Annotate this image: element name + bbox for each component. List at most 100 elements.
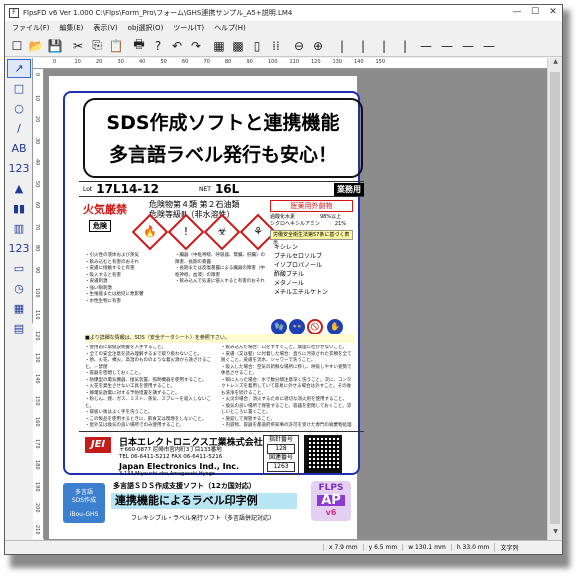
menu-file[interactable]: ファイル(F) [7,23,55,33]
help-icon[interactable]: ? [149,37,167,55]
scroll-thumb[interactable] [550,72,560,524]
designation-label: 指針番号 [268,436,293,443]
menu-bar: ファイル(F) 編集(E) 表示(V) obj選択(O) ツール(T) ヘルプ(… [5,21,562,34]
vertical-ruler: 0 10 20 30 40 50 60 70 80 90 100 110 120 130 140 150 160… [33,69,44,539]
precautions-right: ・飲み込んだ場合：口をすすぐこと。無理に吐かせないこと。 ・皮膚（又は髪）に付着… [221,345,352,428]
menu-view[interactable]: 表示(V) [88,23,122,33]
align-left-icon[interactable]: | [332,37,352,55]
status-object-type: 文字列 [494,543,523,552]
ruler-tick-label: 60 [34,202,40,209]
ibou-logo-line-3: iBou-GHS [69,511,99,518]
align-bottom-icon[interactable]: — [458,37,478,55]
ibou-logo-line-2: SDS作成 [71,497,97,504]
menu-tools[interactable]: ツール(T) [168,23,209,33]
number-tool-icon[interactable]: 123 [7,159,31,178]
close-button[interactable]: ✕ [544,5,562,21]
hand-protection-icon: ✋ [327,319,343,335]
align-top-icon[interactable]: — [416,37,436,55]
ruler-tick-label: 0 [53,59,57,65]
company-address: 〒660-0877 尼崎市宮内町3丁目133番地 TEL 06-6411-521… [119,447,222,461]
stack-barcode-tool-icon[interactable]: ▥ [7,219,31,238]
grid-icon[interactable]: ▦ [210,37,228,55]
ruler-tick-label: 120 [311,59,321,65]
company-block[interactable]: JEI 日本エレクトロニクス工業株式会社 〒660-0877 尼崎市宮内町3丁目… [79,431,364,477]
ruler-tick-label: 110 [289,59,300,65]
menu-edit[interactable]: 編集(E) [55,23,89,33]
net-volume: 16L [214,182,240,196]
redo-icon[interactable]: ↷ [187,37,205,55]
composition-line-1: 過酸化水素 98%以上 [270,214,342,220]
label-sheet[interactable]: SDS作成ソフトと連携機能 多言語ラベル発行も安心！ Lot 17L14-12 … [49,76,364,539]
signal-word: 危険 [89,220,111,232]
company-address-en: 3-133,Miyauchi-cho,Amagasaki,Hyogo [119,471,215,477]
magnet-icon[interactable]: ▯ [248,37,266,55]
menu-help[interactable]: ヘルプ(H) [209,23,251,33]
image-tool-icon[interactable]: ▲ [7,179,31,198]
cut-icon[interactable]: ✂ [69,37,87,55]
ruler-tick-label: 210 [34,524,40,535]
open-folder-icon[interactable]: 📂 [27,37,45,55]
zoom-out-icon[interactable]: ⊖ [290,37,308,55]
line-tool-icon[interactable]: / [7,119,31,138]
new-file-icon[interactable]: ☐ [8,37,26,55]
precautions-left: ・使用前に取扱説明書を入手すること。 ・全ての安全注意を読み理解するまで取り扱わ… [85,345,211,428]
app-window: F FlpsFD v6 Ver 1.000 C:\Flps\Form_Pro\フ… [4,4,563,555]
hazard-statements-right: ・臓器（中枢神経、呼吸器、腎臓、肝臓）の障害、長期の暴露 ・長期または反復暴露に… [175,253,265,284]
counter-tool-icon[interactable]: 123 [7,239,31,258]
align-vcenter-icon[interactable]: — [479,37,499,55]
copy-icon[interactable]: ⎘ [88,37,106,55]
ellipse-tool-icon[interactable]: ○ [7,99,31,118]
text-tool-icon[interactable]: AB [7,139,31,158]
rectangle-tool-icon[interactable]: □ [7,79,31,98]
hatch-icon[interactable]: ▩ [229,37,247,55]
zoom-in-icon[interactable]: ⊕ [309,37,327,55]
company-address-line: 〒660-0877 尼崎市宮内町3丁目133番地 [119,447,222,453]
solvent-item: キシレン [274,244,299,251]
dots-grid-icon[interactable]: ⁞⁞ [267,37,285,55]
ruler-tick-label: 20 [34,116,40,123]
align-center-icon[interactable]: | [353,37,373,55]
print-icon[interactable]: 🖶 [130,37,148,55]
ruler-tick-label: 170 [34,438,40,449]
hazard-statements-left: ・引火性の液体および蒸気 ・飲み込むと有害のおそれ ・皮膚に接触すると有害 ・吸… [85,253,144,304]
design-canvas[interactable]: SDS作成ソフトと連携機能 多言語ラベル発行も安心！ Lot 17L14-12 … [44,69,547,540]
maximize-button[interactable]: ☐ [526,5,544,21]
paste-icon[interactable]: 📋 [107,37,125,55]
align-middle-icon[interactable]: — [437,37,457,55]
scroll-down-icon[interactable]: ▼ [548,528,562,540]
status-y: y 6.5 mm [362,544,403,551]
undo-icon[interactable]: ↶ [168,37,186,55]
flps-ap-logo: FLPS AP v6 [311,481,351,521]
ruler-tick-label: 120 [34,331,40,341]
menu-object-select[interactable]: obj選択(O) [123,23,169,33]
solvent-list: キシレン ブチルセロソルブ イソプロパノール 酢酸ブチル メタノール メチルエチ… [274,243,328,297]
composition-line-2: シクロヘキシルアミン 21% [270,221,347,227]
ruler-tick-label: 110 [34,309,40,320]
vertical-scrollbar[interactable]: ▲ ▼ [547,58,562,540]
qrcode-tool-icon[interactable]: ▦ [7,299,31,318]
ruler-tick-label: 40 [34,159,40,166]
composition: 過酸化水素 98%以上 シクロヘキシルアミン 21% [270,214,353,228]
ruler-tick-label: 70 [203,59,210,65]
headline-box[interactable]: SDS作成ソフトと連携機能 多言語ラベル発行も安心！ [83,98,363,178]
barcode-tool-icon[interactable]: ▮▮ [7,199,31,218]
ruler-tick-label: 140 [34,374,40,384]
promo-banner[interactable]: 多言語 SDS作成 iBou-GHS 多言語ＳＤＳ作成支援ソフト（12カ国対応）… [63,479,360,527]
save-icon[interactable]: 💾 [46,37,64,55]
datamatrix-tool-icon[interactable]: ▤ [7,319,31,338]
law-note: 労働安全衛生法第57条に基づく表示 [270,230,353,246]
align-right-icon[interactable]: | [374,37,394,55]
headline-line-2: 多言語ラベル発行も安心！ [108,144,337,166]
solvent-item: 酢酸ブチル [274,271,305,278]
label-frame[interactable]: SDS作成ソフトと連携機能 多言語ラベル発行も安心！ Lot 17L14-12 … [63,91,364,477]
ruler-tick-label: 80 [225,59,232,65]
minimize-button[interactable]: — [508,5,526,21]
lot-line[interactable]: Lot 17L14-12 NET 16L 業務用 [79,181,364,197]
align-hcenter-icon[interactable]: | [395,37,415,55]
select-tool-icon[interactable]: ↗ [7,59,31,78]
frame-tool-icon[interactable]: ▭ [7,259,31,278]
clock-tool-icon[interactable]: ◷ [7,279,31,298]
ruler-tick-label: 10 [74,59,81,65]
scroll-up-icon[interactable]: ▲ [548,58,562,70]
window-title: FlpsFD v6 Ver 1.000 C:\Flps\Form_Pro\フォー… [23,9,293,17]
